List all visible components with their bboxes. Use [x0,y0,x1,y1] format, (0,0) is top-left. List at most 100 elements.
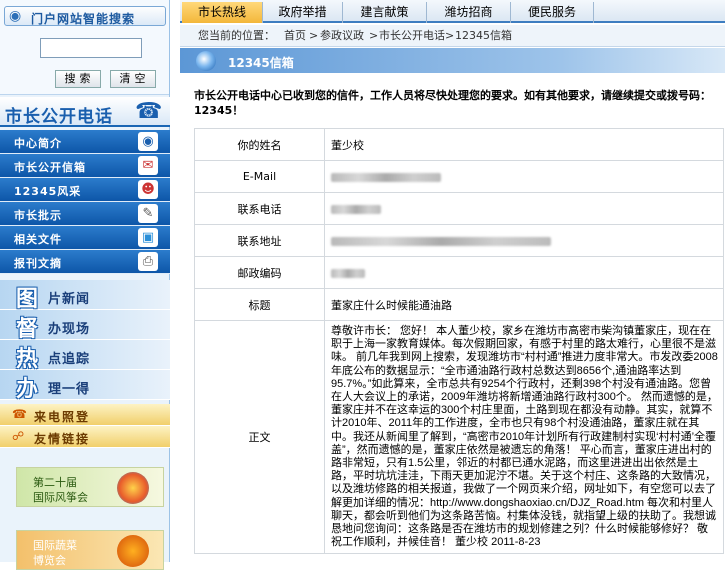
redacted-phone [331,204,381,214]
yellow-label: 友情链接 [34,432,91,446]
mailbox-icon: ✉ [138,156,158,175]
link-icon: ☍ [12,429,25,443]
feature-handling-insights[interactable]: 办理一得 [0,370,170,402]
field-label: 标题 [194,288,325,321]
breadcrumb-mayor-phone[interactable]: 市长公开电话 [379,25,445,46]
table-row: 联系地址 [194,224,724,257]
left-sidebar: ◉ 门户网站智能搜索 搜索 清空 市长公开电话 ☎ 中心简介 ◉ 市长公开信箱 ✉ … [0,0,170,570]
table-row: 正文 尊敬许市长： 您好！ 本人董少校，家乡在潍坊市高密市柴沟镇董家庄，现在在职… [194,319,724,555]
redacted-address [331,236,551,246]
tab-suggestions[interactable]: 建言献策 [342,2,426,23]
field-label: 你的姓名 [194,128,325,161]
sidebar-item-label: 中心简介 [14,137,62,150]
sidebar-item-label: 市长批示 [14,209,62,222]
redacted-email [331,172,441,182]
top-nav: 市长热线 政府举措 建言献策 潍坊招商 便民服务 [180,0,725,23]
search-title: 门户网站智能搜索 [31,12,136,26]
feature-label: 办现场 [48,322,91,337]
bullet-globe-icon [196,51,216,71]
feature-supervision[interactable]: 督办现场 [0,310,170,342]
folder-icon: ▣ [138,228,158,247]
feature-char: 办 [16,377,39,402]
tab-gov-measures[interactable]: 政府举措 [262,2,342,23]
tab-investment[interactable]: 潍坊招商 [426,2,510,23]
table-row: 标题 董家庄什么时候能通油路 [194,288,724,321]
sidebar-heading-text: 市长公开电话 [5,107,113,127]
search-globe-icon: ◉ [9,8,22,24]
field-label: 联系地址 [194,224,325,257]
feature-hot-topics[interactable]: 热点追踪 [0,340,170,372]
sidebar-item-label: 相关文件 [14,233,62,246]
sidebar-item-press-digest[interactable]: 报刊文摘 ⎙ [0,250,170,274]
search-box: ◉ 门户网站智能搜索 搜索 清空 [0,0,169,95]
subject-value: 董家庄什么时候能通油路 [324,288,724,321]
sidebar-item-mayor-instructions[interactable]: 市长批示 ✎ [0,202,170,226]
sidebar-item-label: 12345风采 [14,185,82,198]
search-button[interactable]: 搜索 [55,70,101,88]
ad-line2: 国际风筝会 [33,491,88,504]
main-content: 市长热线 政府举措 建言献策 潍坊招商 便民服务 您当前的位置： 首页 > 参政… [180,0,725,562]
feature-label: 点追踪 [48,352,91,367]
breadcrumb-current: 12345信箱 [455,29,512,42]
search-title-bar: ◉ 门户网站智能搜索 [4,6,166,26]
message-body: 尊敬许市长： 您好！ 本人董少校，家乡在潍坊市高密市柴沟镇董家庄，现在在职于上海… [324,319,724,555]
tab-public-service[interactable]: 便民服务 [510,2,594,23]
feature-char: 图 [16,287,39,312]
sidebar-menu: 中心简介 ◉ 市长公开信箱 ✉ 12345风采 ☻ 市长批示 ✎ 相关文件 ▣ 报刊文摘 ⎙… [0,130,170,448]
sidebar-item-label: 报刊文摘 [14,257,62,270]
feature-char: 督 [16,317,39,342]
name-value: 董少校 [324,128,724,161]
address-value [324,224,724,257]
email-value [324,160,724,193]
ad-line1: 国际蔬菜 [33,539,77,552]
yellow-friend-links[interactable]: ☍ 友情链接 [0,426,170,448]
section-title: 12345信箱 [228,56,294,70]
search-input[interactable] [40,38,142,58]
sidebar-item-mayor-mailbox[interactable]: 市长公开信箱 ✉ [0,154,170,178]
printer-icon: ⎙ [138,252,158,271]
sidebar-item-center-intro[interactable]: 中心简介 ◉ [0,130,170,154]
feature-label: 理一得 [48,382,91,397]
feature-char: 热 [16,347,39,372]
table-row: 联系电话 [194,192,724,225]
section-header: 12345信箱 [180,48,725,74]
redacted-zip [331,268,365,278]
breadcrumb-sep: > [309,29,319,42]
sidebar-item-label: 市长公开信箱 [14,161,86,174]
table-row: 你的姓名 董少校 [194,128,724,161]
ad-line1: 第二十届 [33,476,77,489]
breadcrumb: 您当前的位置： 首页 > 参政议政 > 市长公开电话 > 12345信箱 [180,25,725,47]
field-label: 邮政编码 [194,256,325,289]
ad-vegetable-expo[interactable]: 国际蔬菜 博览会 [16,530,164,570]
sidebar-heading: 市长公开电话 ☎ [0,97,170,127]
clear-button[interactable]: 清空 [110,70,156,88]
notice-text: 市长公开电话中心已收到您的信件，工作人员将尽快处理您的要求。如有其他要求，请继续… [194,89,711,117]
sidebar-item-related-docs[interactable]: 相关文件 ▣ [0,226,170,250]
yellow-call-records[interactable]: ☎ 来电照登 [0,404,170,426]
ad-kite-festival[interactable]: 第二十届 国际风筝会 [16,467,164,507]
feature-photo-news[interactable]: 图片新闻 [0,280,170,312]
pepper-image [117,535,149,567]
breadcrumb-home[interactable]: 首页 [284,25,306,46]
feature-label: 片新闻 [48,292,91,307]
ad-line2: 博览会 [33,554,66,567]
phone-value [324,192,724,225]
phone-icon: ☎ [12,407,27,421]
globe-icon: ◉ [138,132,158,151]
breadcrumb-sep: > [445,29,455,42]
telephone-icon: ☎ [135,99,163,124]
letter-table: 你的姓名 董少校 E-Mail 联系电话 联系地址 邮政编码 标题 董家庄什么时… [194,128,724,555]
tab-mayor-hotline[interactable]: 市长热线 [182,2,262,23]
field-label: E-Mail [194,160,325,193]
sidebar-item-12345-style[interactable]: 12345风采 ☻ [0,178,170,202]
field-label: 联系电话 [194,192,325,225]
field-label: 正文 [194,319,325,555]
table-row: 邮政编码 [194,256,724,289]
yellow-label: 来电照登 [34,410,91,424]
pen-icon: ✎ [138,204,158,223]
kite-image [117,472,149,504]
people-icon: ☻ [138,180,158,199]
breadcrumb-politics[interactable]: 参政议政 [320,25,364,46]
breadcrumb-sep: > [369,29,379,42]
table-row: E-Mail [194,160,724,193]
